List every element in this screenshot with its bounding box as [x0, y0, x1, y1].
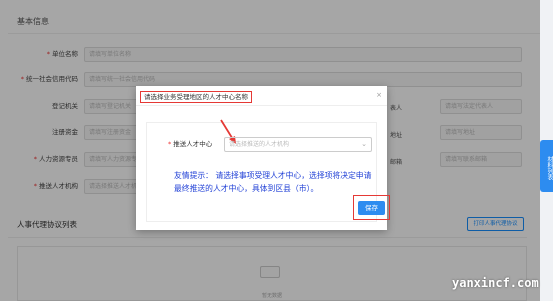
materials-list-tab[interactable]: 材料列表 [540, 140, 553, 192]
center-select-placeholder: 请选择推送的人才机构 [229, 141, 290, 148]
friendly-hint: 友情提示： 请选择事项受理人才中心，选择项将决定申请最终推送的人才中心，具体到区… [174, 171, 372, 193]
dialog-title: 请选择业务受理地区的人才中心名称 [140, 91, 252, 103]
center-select[interactable]: 请选择推送的人才机构 ⌄ [224, 137, 372, 152]
chevron-down-icon: ⌄ [361, 140, 367, 148]
center-field-label: * 推送人才中心 [168, 140, 213, 148]
save-button[interactable]: 保存 [358, 201, 385, 215]
watermark: yanxincf.com [452, 276, 539, 290]
close-icon[interactable]: × [376, 91, 382, 99]
dialog-header: 请选择业务受理地区的人才中心名称 × [136, 86, 387, 106]
select-center-dialog: 请选择业务受理地区的人才中心名称 × * 推送人才中心 请选择推送的人才机构 ⌄ … [136, 86, 390, 230]
